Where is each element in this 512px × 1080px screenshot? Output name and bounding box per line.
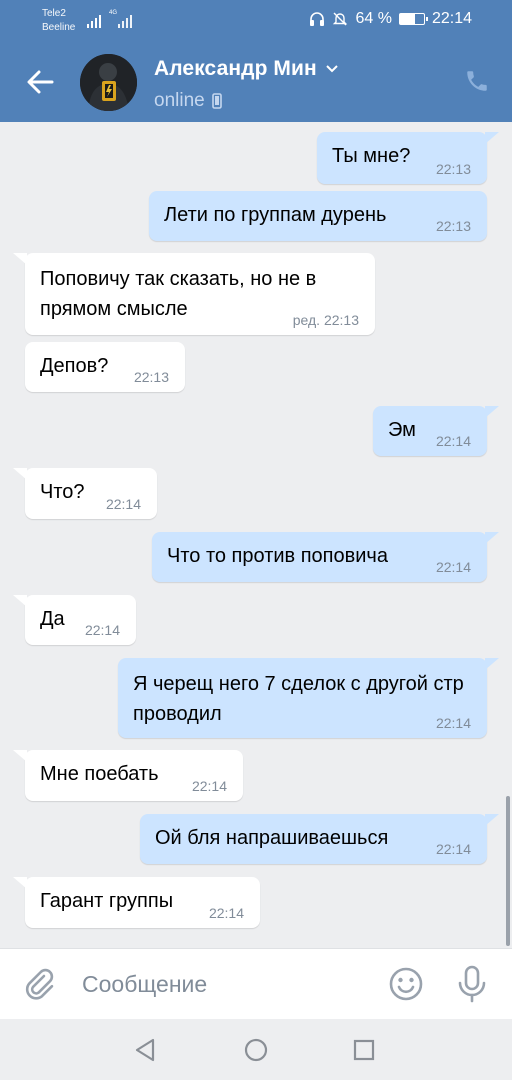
message-bubble-outgoing[interactable]: Лети по группам дурень 22:13 xyxy=(149,191,487,241)
message-input[interactable]: Сообщение xyxy=(82,971,207,998)
microphone-icon[interactable] xyxy=(455,964,489,1004)
message-time: 22:14 xyxy=(435,715,471,731)
message-time: 22:14 xyxy=(84,622,120,638)
message-time: 22:13 xyxy=(435,218,471,234)
scrollbar[interactable] xyxy=(506,796,510,946)
battery-level xyxy=(399,14,416,24)
mute-bell-icon xyxy=(333,12,348,26)
app-header: Tele2 Beeline 4G 64 % 22:14 Александр Ми… xyxy=(0,0,512,122)
message-time: 22:14 xyxy=(105,496,141,512)
signal-1-icon xyxy=(87,14,101,28)
message-bubble-incoming[interactable]: Да 22:14 xyxy=(13,595,136,645)
message-bubble-incoming[interactable]: Гарант группы 22:14 xyxy=(13,877,260,928)
back-arrow-icon[interactable] xyxy=(24,66,56,98)
battery-icon xyxy=(398,13,428,25)
status-right: 64 % 22:14 xyxy=(309,10,472,28)
message-text: Что то против поповича xyxy=(167,545,388,567)
network-type: 4G xyxy=(109,10,118,16)
message-time: 22:13 xyxy=(435,161,471,177)
nav-recents-icon[interactable] xyxy=(349,1035,379,1065)
message-bubble-outgoing[interactable]: Что то против поповича 22:14 xyxy=(152,532,499,582)
carrier-names: Tele2 Beeline xyxy=(42,7,75,35)
message-bubble-incoming[interactable]: Что? 22:14 xyxy=(13,468,157,519)
message-bubble-outgoing[interactable]: Ой бля напрашиваешься 22:14 xyxy=(140,814,499,864)
message-time: 22:13 xyxy=(133,369,169,385)
message-bubble-outgoing[interactable]: Эм 22:14 xyxy=(373,406,499,456)
status-time: 22:14 xyxy=(431,10,472,27)
nav-back-icon[interactable] xyxy=(131,1035,161,1065)
signal-2-icon xyxy=(118,14,132,28)
contact-name: Александр Мин xyxy=(154,57,317,80)
message-text: Лети по группам дурень xyxy=(164,204,387,226)
presence-status: online xyxy=(154,90,205,111)
paperclip-icon[interactable] xyxy=(22,967,58,1003)
carrier-2: Beeline xyxy=(42,22,76,33)
smile-icon[interactable] xyxy=(388,966,424,1002)
message-bubble-outgoing[interactable]: Ты мне? 22:13 xyxy=(317,132,499,184)
avatar[interactable] xyxy=(80,54,137,111)
message-list[interactable]: Ты мне? 22:13 Лети по группам дурень 22:… xyxy=(0,122,512,948)
contact-info[interactable]: Александр Мин online xyxy=(154,57,339,112)
mobile-phone-icon xyxy=(211,93,222,109)
message-text: Ой бля напрашиваешься xyxy=(155,827,389,849)
system-nav-bar xyxy=(0,1019,512,1080)
message-bubble-incoming[interactable]: Депов? 22:13 xyxy=(25,342,185,392)
message-bubble-incoming[interactable]: Мне поебать 22:14 xyxy=(13,750,243,801)
chevron-down-icon xyxy=(326,65,338,73)
message-bubble-incoming[interactable]: Поповичу так сказать, но не в прямом смы… xyxy=(13,253,375,335)
message-bubble-outgoing[interactable]: Я черещ него 7 сделок с другой стр прово… xyxy=(118,658,499,738)
message-time: ред. 22:13 xyxy=(292,312,359,328)
headphones-icon xyxy=(310,12,325,26)
avatar-image xyxy=(80,54,137,111)
message-composer: Сообщение xyxy=(0,948,512,1019)
message-time: 22:14 xyxy=(435,841,471,857)
phone-icon[interactable] xyxy=(464,68,490,94)
message-time: 22:14 xyxy=(435,559,471,575)
nav-home-icon[interactable] xyxy=(241,1035,271,1065)
message-time: 22:14 xyxy=(191,778,227,794)
message-text: Я черещ него 7 сделок с другой стр прово… xyxy=(133,673,464,725)
status-bar: Tele2 Beeline 4G 64 % 22:14 xyxy=(0,0,512,42)
message-time: 22:14 xyxy=(435,433,471,449)
carrier-1: Tele2 xyxy=(42,8,66,19)
message-time: 22:14 xyxy=(208,905,244,921)
battery-percent: 64 % xyxy=(355,10,392,27)
